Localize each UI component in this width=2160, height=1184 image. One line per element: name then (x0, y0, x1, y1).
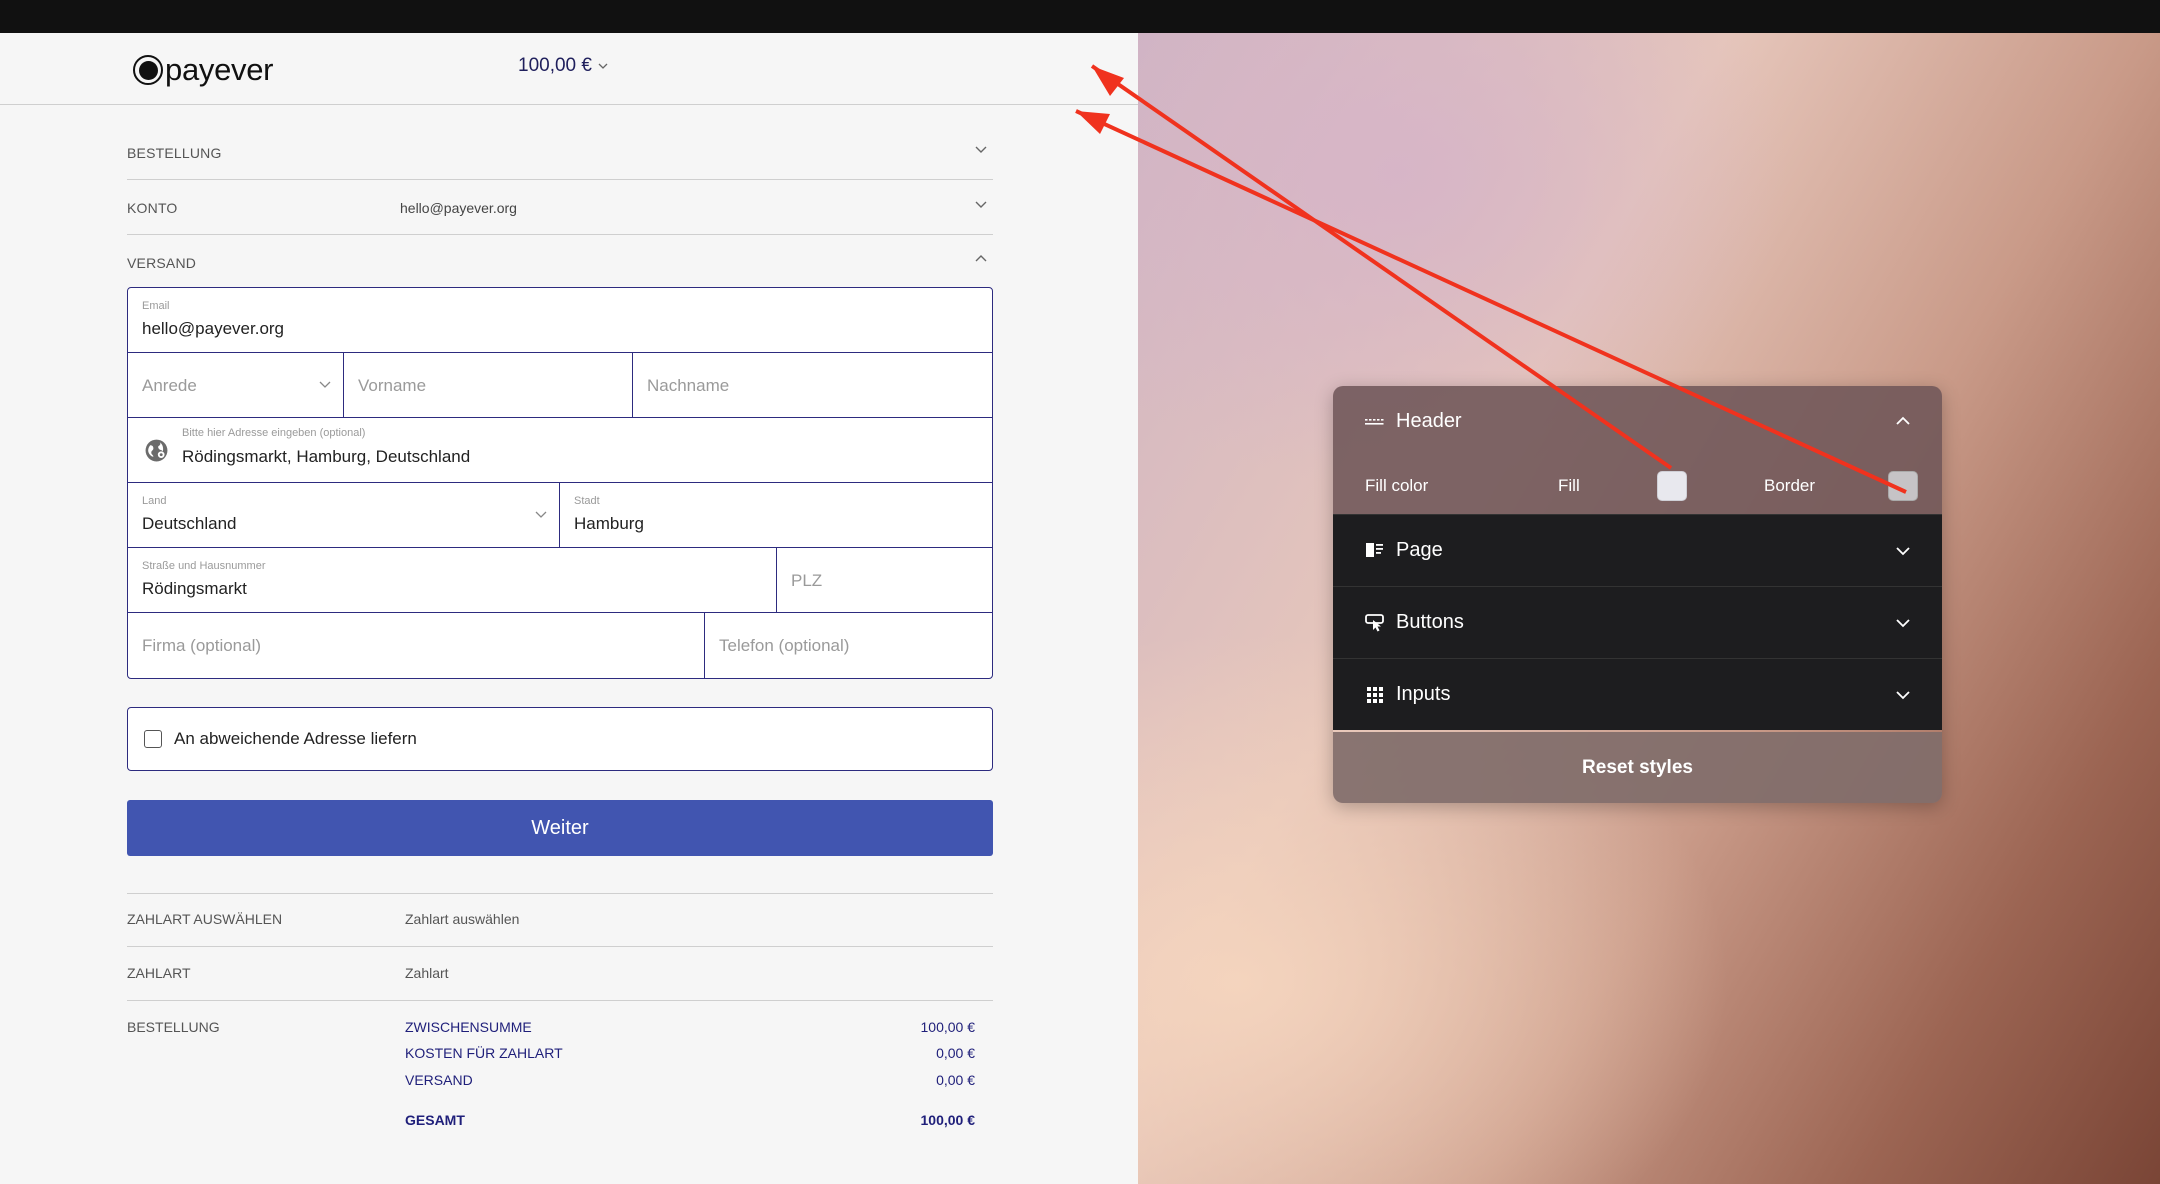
summary-row-label: ZWISCHENSUMME (405, 1019, 532, 1035)
summary-total-label: GESAMT (405, 1112, 465, 1128)
panel-header-toggle[interactable]: Header (1333, 386, 1942, 456)
strasse-label: Straße und Hausnummer (142, 560, 266, 572)
inputs-icon (1367, 687, 1383, 703)
summary-row-label: VERSAND (405, 1072, 473, 1088)
globe-location-icon (145, 439, 168, 462)
panel-item-page-label: Page (1396, 539, 1443, 561)
checkout-pane: payever 100,00 € BESTELLUNG KONTO hello@… (0, 33, 1138, 1184)
reset-styles-button[interactable]: Reset styles (1333, 732, 1942, 803)
header-amount-dropdown[interactable]: 100,00 € (518, 55, 608, 77)
fill-label: Fill (1558, 476, 1580, 495)
chevron-up-icon (1896, 416, 1910, 425)
telefon-field[interactable]: Telefon (optional) (705, 613, 991, 678)
panel-item-inputs-label: Inputs (1396, 683, 1451, 705)
nachname-field[interactable]: Nachname (633, 353, 991, 417)
alternate-address-option[interactable]: An abweichende Adresse liefern (127, 707, 993, 771)
buttons-icon (1365, 614, 1384, 632)
zahlart-auswaehlen-label: ZAHLART AUSWÄHLEN (127, 911, 283, 927)
payever-logo-icon (133, 55, 163, 85)
email-value: hello@payever.org (142, 319, 285, 338)
stadt-label: Stadt (574, 495, 600, 507)
summary-label: BESTELLUNG (127, 1019, 220, 1035)
chevron-down-icon (535, 511, 547, 518)
section-konto-label: KONTO (127, 200, 178, 216)
plz-placeholder: PLZ (791, 571, 823, 590)
alternate-address-label: An abweichende Adresse liefern (174, 729, 417, 748)
telefon-placeholder: Telefon (optional) (719, 636, 850, 655)
vorname-placeholder: Vorname (358, 376, 427, 395)
summary-row-value: 100,00 € (920, 1019, 976, 1035)
border-label: Border (1764, 476, 1816, 495)
chevron-down-icon (975, 146, 987, 153)
email-label: Email (142, 300, 170, 312)
plz-field[interactable]: PLZ (777, 548, 991, 612)
panel-header-section: Header Fill color Fill Border (1333, 386, 1942, 514)
checkout-header: payever 100,00 € (0, 33, 1138, 105)
address-label: Bitte hier Adresse eingeben (optional) (182, 427, 366, 439)
address-autocomplete-field[interactable]: Bitte hier Adresse eingeben (optional) R… (128, 418, 991, 482)
chevron-down-icon (975, 201, 987, 208)
section-konto[interactable]: KONTO hello@payever.org (127, 180, 993, 235)
anrede-placeholder: Anrede (142, 376, 197, 395)
nachname-placeholder: Nachname (647, 376, 730, 395)
firma-field[interactable]: Firma (optional) (128, 613, 705, 678)
firma-placeholder: Firma (optional) (142, 636, 262, 655)
summary-total-value: 100,00 € (920, 1112, 976, 1128)
land-select[interactable]: Land Deutschland (128, 483, 560, 547)
style-panel: Header Fill color Fill Border Page Butto… (1333, 386, 1942, 803)
anrede-select[interactable]: Anrede (128, 353, 344, 417)
email-field[interactable]: Email hello@payever.org (128, 288, 991, 352)
chevron-down-icon (1896, 547, 1910, 556)
land-label: Land (142, 495, 167, 507)
address-value: Rödingsmarkt, Hamburg, Deutschland (182, 447, 471, 466)
chevron-down-icon (1896, 691, 1910, 700)
fill-color-swatch[interactable] (1657, 471, 1687, 501)
strasse-value: Rödingsmarkt (142, 579, 247, 598)
fill-color-label: Fill color (1365, 476, 1429, 495)
stadt-value: Hamburg (574, 514, 644, 533)
divider (127, 1000, 993, 1001)
summary-row-value: 0,00 € (936, 1045, 975, 1061)
section-versand[interactable]: VERSAND (127, 235, 993, 290)
header-amount-value: 100,00 € (518, 55, 592, 76)
top-bar (0, 0, 2160, 33)
land-value: Deutschland (142, 514, 237, 533)
border-color-swatch[interactable] (1888, 471, 1918, 501)
chevron-down-icon (1896, 619, 1910, 628)
divider (127, 893, 993, 894)
vorname-field[interactable]: Vorname (344, 353, 633, 417)
alternate-address-checkbox[interactable] (144, 730, 162, 748)
logo-text: payever (165, 52, 274, 87)
summary-row-value: 0,00 € (936, 1072, 975, 1088)
weiter-button[interactable]: Weiter (127, 800, 993, 856)
shipping-form: Email hello@payever.org Anrede Vorname N… (127, 287, 993, 679)
page-icon (1366, 543, 1383, 557)
panel-item-page[interactable]: Page (1333, 514, 1942, 586)
zahlart-value[interactable]: Zahlart (405, 965, 449, 981)
zahlart-label: ZAHLART (127, 965, 191, 981)
chevron-down-icon (598, 63, 608, 69)
section-konto-value: hello@payever.org (400, 200, 517, 216)
chevron-down-icon (319, 381, 331, 388)
panel-item-inputs[interactable]: Inputs (1333, 658, 1942, 730)
divider (127, 946, 993, 947)
summary-row-label: KOSTEN FÜR ZAHLART (405, 1045, 563, 1061)
fill-color-row: Fill color Fill Border (1333, 456, 1942, 514)
panel-header-title: Header (1396, 410, 1462, 432)
header-dots-icon (1365, 419, 1384, 425)
chevron-up-icon (975, 255, 987, 262)
payever-logo[interactable]: payever (133, 52, 274, 87)
panel-item-buttons-label: Buttons (1396, 611, 1464, 633)
strasse-field[interactable]: Straße und Hausnummer Rödingsmarkt (128, 548, 777, 612)
section-bestellung-label: BESTELLUNG (127, 145, 222, 161)
section-bestellung[interactable]: BESTELLUNG (127, 125, 993, 180)
panel-item-buttons[interactable]: Buttons (1333, 586, 1942, 658)
zahlart-auswaehlen-value[interactable]: Zahlart auswählen (405, 911, 519, 927)
stadt-field[interactable]: Stadt Hamburg (560, 483, 991, 547)
section-versand-label: VERSAND (127, 255, 197, 271)
